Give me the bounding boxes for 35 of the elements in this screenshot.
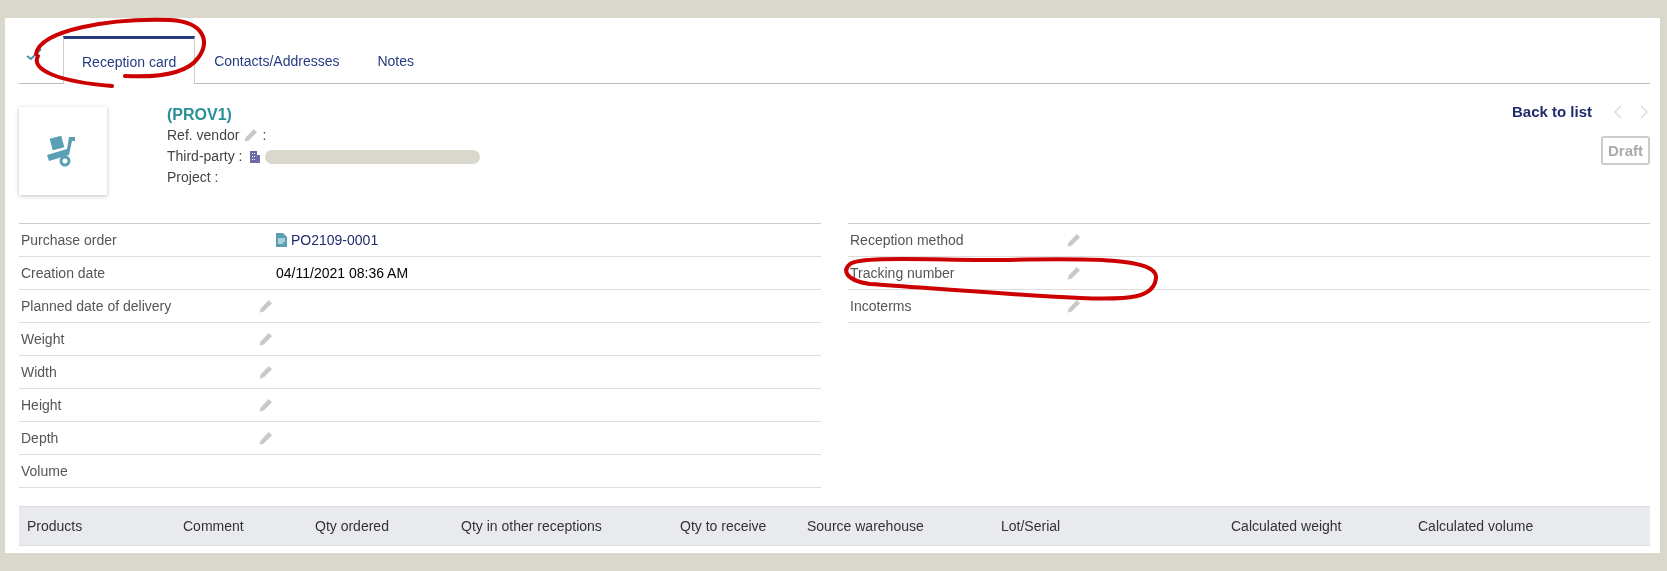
field-label: Third-party :	[167, 147, 243, 166]
column-header: Calculated weight	[1230, 518, 1343, 534]
column-header: Comment	[182, 518, 245, 534]
tab-icon	[25, 47, 43, 61]
column-header: Source warehouse	[806, 518, 925, 534]
tab[interactable]: Notes	[358, 36, 434, 84]
status-badge: Draft	[1601, 136, 1650, 165]
column-header: Qty ordered	[314, 518, 390, 534]
field-label: Planned date of delivery	[20, 298, 173, 314]
column-header: Qty in other receptions	[460, 518, 603, 534]
field-label: Incoterms	[849, 298, 913, 314]
building-icon	[249, 149, 262, 164]
colon: :	[262, 126, 267, 145]
field-label: Volume	[20, 463, 69, 479]
column-header: Products	[26, 518, 84, 534]
field-label: Project :	[167, 168, 219, 187]
document-icon	[276, 233, 287, 247]
field-label: Height	[20, 397, 63, 413]
column-header: Lot/Serial	[1000, 518, 1062, 534]
field-label: Purchase order	[20, 232, 118, 248]
field-label: Creation date	[20, 265, 107, 281]
tab[interactable]: Reception card	[63, 36, 196, 84]
order-link[interactable]: PO2109-0001	[291, 232, 379, 248]
field-label: Weight	[20, 331, 66, 347]
field-label: Ref. vendor	[167, 126, 240, 145]
field-label: Depth	[20, 430, 60, 446]
tab[interactable]: Contacts/Addresses	[195, 36, 359, 84]
field-label: Reception method	[849, 232, 965, 248]
back-to-list-link[interactable]: Back to list	[1511, 103, 1592, 120]
field-label: Width	[20, 364, 58, 380]
reference-title: (PROV1)	[167, 105, 233, 125]
column-header: Qty to receive	[679, 518, 768, 534]
column-header: Calculated volume	[1417, 518, 1534, 534]
field-value: 04/11/2021 08:36 AM	[276, 265, 409, 281]
field-label: Tracking number	[849, 265, 956, 281]
